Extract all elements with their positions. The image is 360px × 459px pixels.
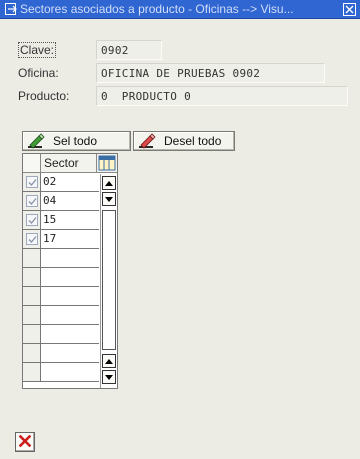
checkbox-icon[interactable]	[26, 195, 38, 207]
sector-cell	[41, 268, 97, 286]
table-row[interactable]	[23, 363, 99, 382]
vertical-scrollbar[interactable]	[100, 174, 116, 388]
clave-label: Clave:	[18, 42, 57, 58]
table-row[interactable]: 17	[23, 230, 99, 249]
checkbox-icon[interactable]	[26, 214, 38, 226]
select-all-label: Sel todo	[53, 134, 98, 148]
window-app-icon	[4, 2, 18, 16]
scroll-thumb[interactable]	[102, 210, 116, 350]
row-selector[interactable]	[23, 363, 41, 381]
sector-cell: 17	[43, 232, 57, 245]
sector-cell	[41, 306, 97, 324]
row-selector[interactable]	[23, 344, 41, 362]
producto-label: Producto:	[18, 89, 70, 103]
deselect-all-label: Desel todo	[164, 134, 222, 148]
sector-cell	[41, 287, 97, 305]
close-icon[interactable]	[343, 2, 356, 16]
clave-field[interactable]: 0902	[96, 40, 162, 60]
producto-field[interactable]: 0 PRODUCTO 0	[96, 86, 348, 106]
sector-cell	[41, 325, 97, 343]
select-all-cell[interactable]	[23, 154, 41, 172]
row-selector[interactable]	[23, 249, 41, 267]
scroll-up-button[interactable]	[102, 354, 116, 368]
sector-table: Sector 02 04 15 17	[22, 153, 118, 389]
clave-row: Clave: 0902	[18, 40, 162, 60]
row-selector[interactable]	[23, 287, 41, 305]
window-title: Sectores asociados a producto - Oficinas…	[20, 2, 294, 16]
row-selector[interactable]	[23, 230, 41, 248]
scroll-bottom-button[interactable]	[102, 192, 116, 206]
cancel-icon	[18, 434, 32, 450]
table-row[interactable]	[23, 344, 99, 363]
table-row[interactable]: 04	[23, 192, 99, 211]
table-row[interactable]	[23, 306, 99, 325]
sector-cell	[41, 363, 97, 381]
sector-column-header[interactable]: Sector	[41, 154, 97, 172]
checkbox-icon[interactable]	[26, 233, 38, 245]
sector-cell	[41, 344, 97, 362]
deselect-all-icon	[138, 133, 156, 149]
sector-cell: 15	[43, 213, 57, 226]
scroll-down-button[interactable]	[102, 370, 116, 384]
table-header: Sector	[23, 154, 117, 173]
table-row[interactable]	[23, 325, 99, 344]
cancel-button[interactable]	[15, 432, 35, 452]
producto-row: Producto: 0 PRODUCTO 0	[18, 86, 348, 106]
table-row[interactable]	[23, 249, 99, 268]
sector-cell	[41, 249, 97, 267]
table-row[interactable]	[23, 287, 99, 306]
row-selector[interactable]	[23, 306, 41, 324]
oficina-row: Oficina: OFICINA DE PRUEBAS 0902	[18, 63, 325, 83]
table-row[interactable]	[23, 268, 99, 287]
deselect-all-button[interactable]: Desel todo	[133, 131, 235, 151]
scroll-top-button[interactable]	[102, 176, 116, 190]
oficina-field[interactable]: OFICINA DE PRUEBAS 0902	[96, 63, 325, 83]
table-settings-icon[interactable]	[98, 155, 116, 171]
table-row[interactable]: 02	[23, 173, 99, 192]
select-all-icon	[27, 133, 45, 149]
table-row[interactable]: 15	[23, 211, 99, 230]
row-selector[interactable]	[23, 192, 41, 210]
row-selector[interactable]	[23, 325, 41, 343]
title-bar: Sectores asociados a producto - Oficinas…	[0, 0, 360, 19]
select-all-button[interactable]: Sel todo	[22, 131, 131, 151]
row-selector[interactable]	[23, 268, 41, 286]
sector-cell: 02	[43, 175, 57, 188]
oficina-label: Oficina:	[18, 66, 59, 80]
sector-cell: 04	[43, 194, 57, 207]
row-selector[interactable]	[23, 173, 41, 191]
row-selector[interactable]	[23, 211, 41, 229]
checkbox-icon[interactable]	[26, 176, 38, 188]
